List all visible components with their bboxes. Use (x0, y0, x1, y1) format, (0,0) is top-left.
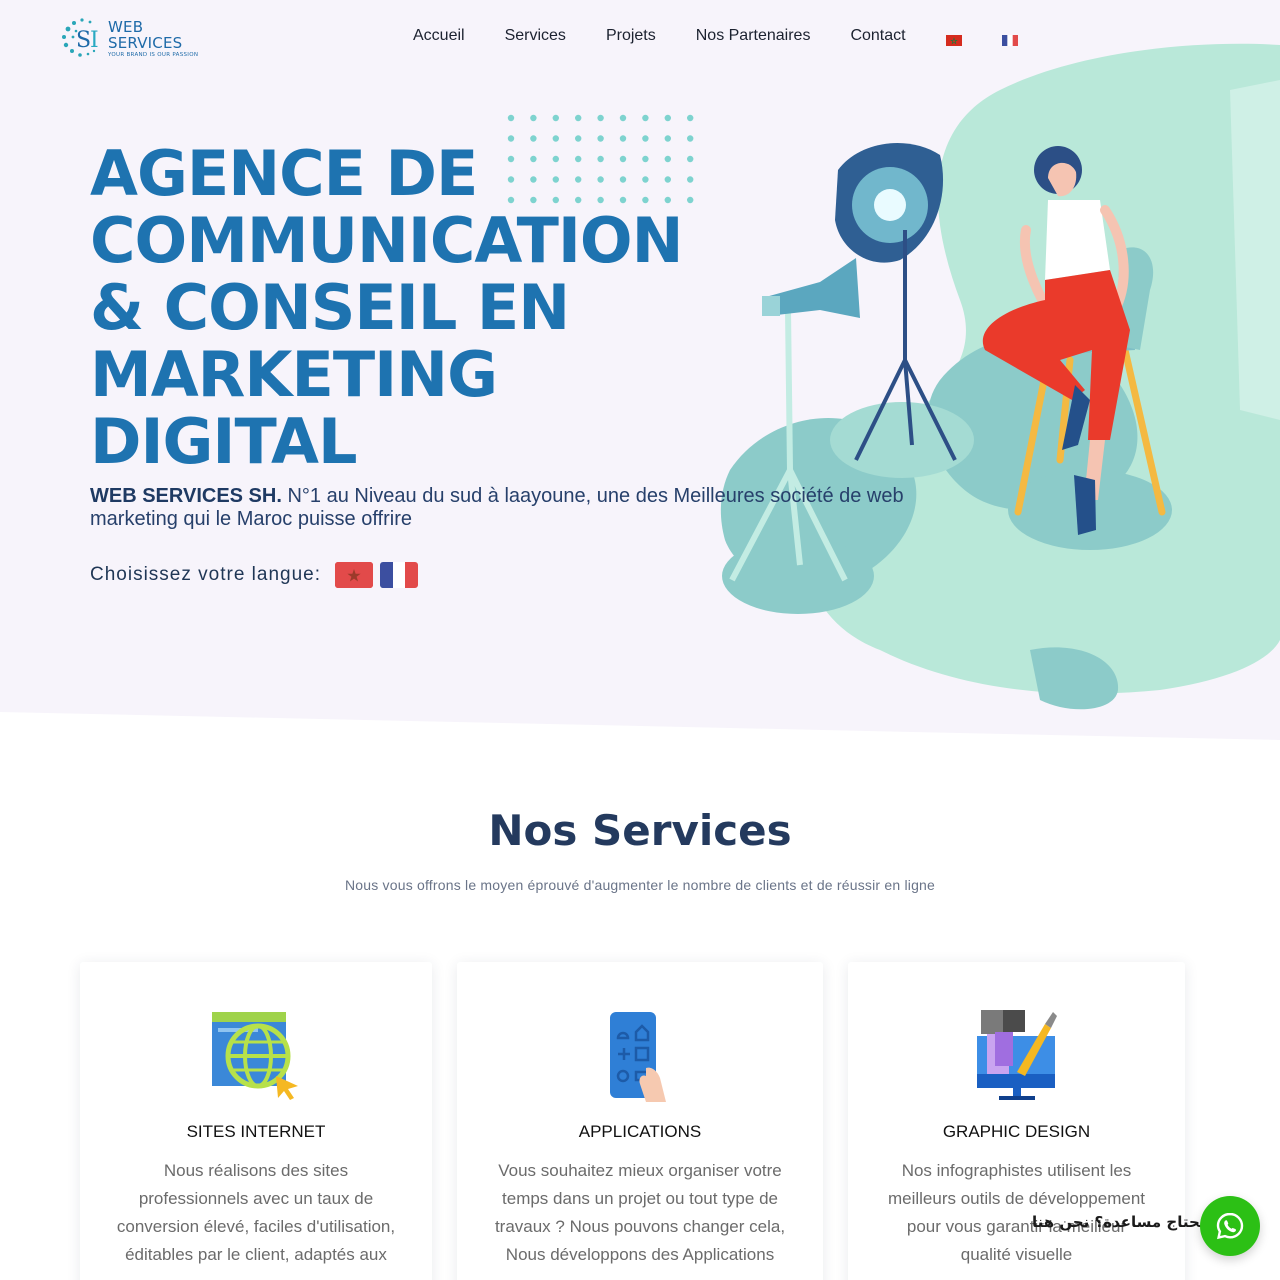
service-card-title: GRAPHIC DESIGN (942, 1122, 1091, 1141)
whatsapp-icon (1216, 1212, 1244, 1240)
service-card-applications[interactable]: APPLICATIONS Vous souhaitez mieux organi… (457, 962, 823, 1280)
services-title: Nos Services (488, 806, 792, 855)
nav-partenaires[interactable]: Nos Partenaires (696, 27, 811, 45)
flag-france-button[interactable] (380, 562, 418, 588)
service-card-design[interactable]: GRAPHIC DESIGN Nos infographistes utilis… (848, 962, 1185, 1280)
logo-tagline: YOUR BRAND IS OUR PASSION (108, 51, 199, 58)
mobile-app-icon (594, 1010, 686, 1102)
hero-title-line: & CONSEIL EN (90, 271, 570, 344)
language-selector: Choisissez votre langue: (90, 562, 425, 588)
service-card-title: APPLICATIONS (578, 1122, 702, 1141)
help-text[interactable]: تحتاج مساعدة؟ نحن هنا (1032, 1213, 1205, 1231)
hero-title-line: COMMUNICATION (90, 204, 684, 277)
main-nav: Accueil Services Projets Nos Partenaires… (413, 24, 1058, 48)
whatsapp-button[interactable] (1200, 1196, 1260, 1256)
services-subtitle: Nous vous offrons le moyen éprouvé d'aug… (344, 877, 936, 893)
hero-title-line: AGENCE DE (90, 137, 478, 210)
flag-morocco-button[interactable] (335, 562, 373, 588)
hero-title-line: DIGITAL (90, 405, 357, 478)
language-label: Choisissez votre langue: (90, 564, 321, 585)
design-tools-icon (971, 1010, 1063, 1102)
logo-mark-icon: S I (60, 17, 106, 59)
globe-window-icon (210, 1010, 302, 1102)
hero-brand: WEB SERVICES SH. (90, 485, 282, 507)
hero-title-line: MARKETING (90, 338, 498, 411)
svg-text:I: I (90, 28, 99, 53)
site-logo[interactable]: S I WEB SERVICES YOUR BRAND IS OUR PASSI… (60, 16, 220, 60)
service-card-sites[interactable]: SITES INTERNET Nous réalisons des sites … (80, 962, 432, 1280)
nav-contact[interactable]: Contact (850, 27, 905, 45)
logo-name: WEB SERVICES (108, 17, 183, 52)
svg-text:S: S (76, 28, 91, 53)
flag-france-icon[interactable] (1001, 31, 1018, 46)
hero-description: WEB SERVICES SH. N°1 au Niveau du sud à … (90, 485, 930, 531)
service-card-text: Vous souhaitez mieux organiser votre tem… (494, 1161, 786, 1264)
flag-morocco-icon[interactable] (945, 31, 962, 46)
hero-title: AGENCE DE COMMUNICATION & CONSEIL EN MAR… (90, 140, 710, 475)
nav-projets[interactable]: Projets (606, 27, 656, 45)
service-card-title: SITES INTERNET (186, 1122, 326, 1141)
nav-accueil[interactable]: Accueil (413, 27, 465, 45)
nav-services[interactable]: Services (505, 27, 566, 45)
service-card-text: Nous réalisons des sites professionnels … (116, 1161, 396, 1264)
